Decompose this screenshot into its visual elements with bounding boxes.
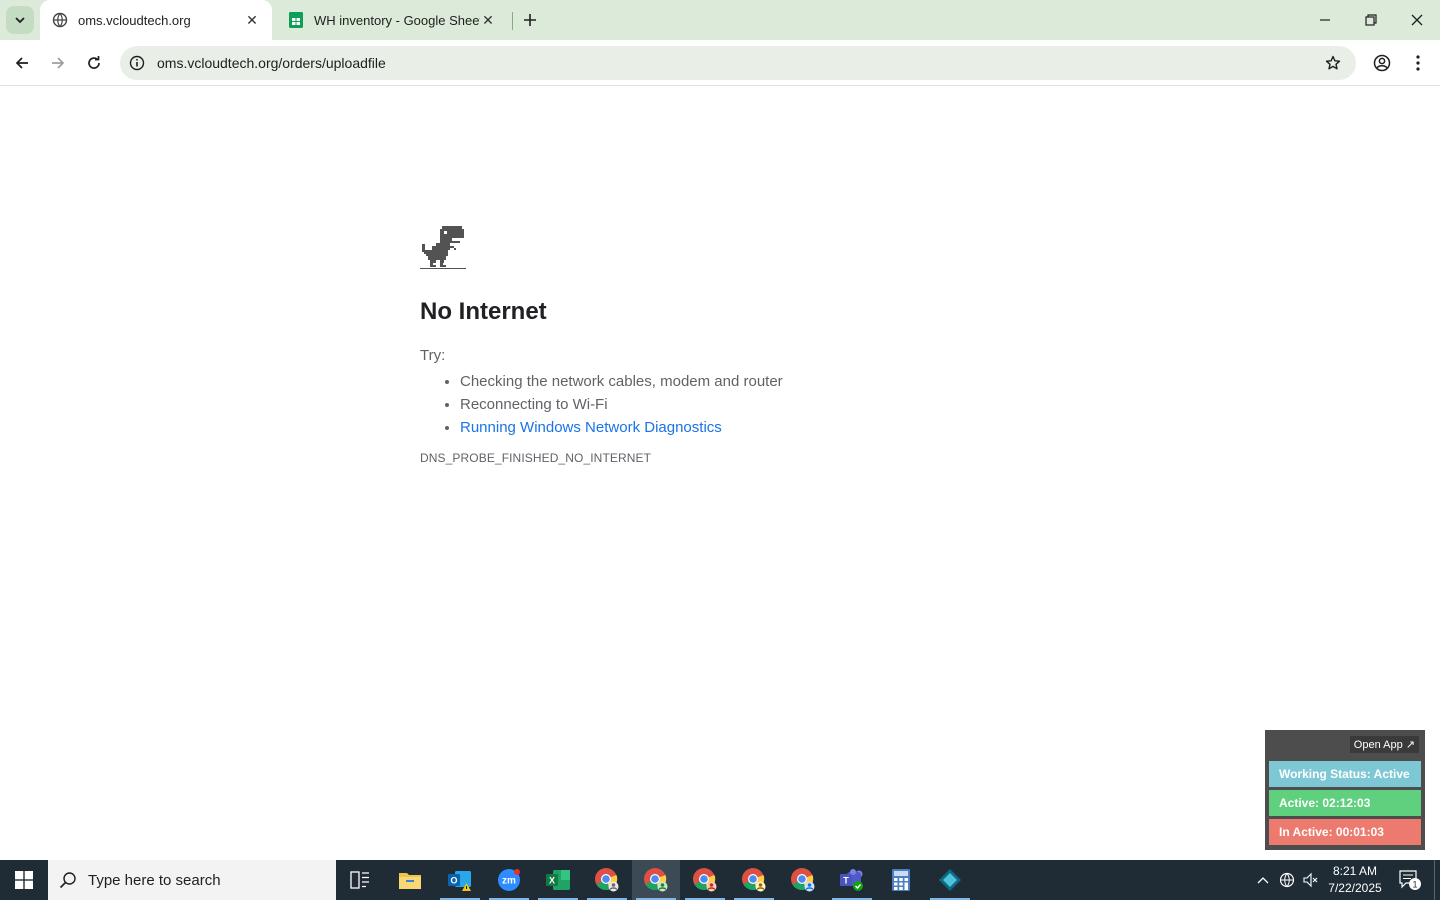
tab-title: WH inventory - Google Sheets: [314, 12, 480, 28]
task-view-icon: [350, 871, 369, 889]
taskbar-chrome-3[interactable]: [681, 860, 729, 900]
outlook-icon: O: [448, 871, 471, 891]
taskbar-file-explorer[interactable]: [386, 860, 434, 900]
account-circle-icon: [1373, 54, 1391, 72]
new-tab-button[interactable]: [518, 8, 542, 32]
close-icon: [1411, 14, 1423, 26]
back-button[interactable]: [8, 49, 36, 77]
reload-button[interactable]: [80, 49, 108, 77]
suggestion-item: Reconnecting to Wi-Fi: [460, 393, 1020, 416]
suggestion-item: Running Windows Network Diagnostics: [460, 416, 1020, 439]
menu-button[interactable]: [1404, 49, 1432, 77]
network-diagnostics-link[interactable]: Running Windows Network Diagnostics: [460, 419, 722, 436]
taskbar-app[interactable]: [926, 860, 974, 900]
teams-label: T: [843, 876, 849, 886]
clock-date: 7/22/2025: [1328, 881, 1382, 895]
close-window-button[interactable]: [1394, 0, 1440, 40]
tray-overflow-button[interactable]: [1252, 860, 1274, 900]
taskbar-zoom[interactable]: zm: [485, 860, 533, 900]
chrome-icon: [791, 868, 815, 892]
taskbar: Type here to search O zm X T 8:21 AM 7/2…: [0, 860, 1440, 900]
folder-icon: [399, 873, 421, 889]
arrow-right-icon: [52, 57, 65, 69]
try-label: Try:: [420, 347, 446, 364]
calculator-icon: [892, 869, 910, 891]
close-tab-icon[interactable]: ✕: [480, 12, 496, 28]
inactive-time: In Active: 00:01:03: [1269, 819, 1421, 845]
notification-icon: 1: [1399, 870, 1421, 890]
more-vert-icon: [1416, 55, 1420, 71]
close-tab-icon[interactable]: ✕: [244, 12, 260, 28]
tab-title: oms.vcloudtech.org: [78, 12, 191, 28]
start-button[interactable]: [0, 860, 48, 900]
error-title: No Internet: [420, 298, 547, 325]
url-text[interactable]: oms.vcloudtech.org/orders/uploadfile: [154, 55, 1316, 71]
notification-center-button[interactable]: 1: [1394, 860, 1426, 900]
restore-button[interactable]: [1348, 0, 1394, 40]
chevron-down-icon: [15, 17, 25, 24]
taskbar-calculator[interactable]: [877, 860, 925, 900]
tab-search-button[interactable]: [6, 6, 34, 34]
bookmark-star-icon[interactable]: [1316, 46, 1350, 80]
notification-count: 1: [1412, 880, 1417, 890]
forward-button[interactable]: [44, 49, 72, 77]
open-app-button[interactable]: Open App ↗: [1349, 736, 1419, 753]
svg-text:O: O: [450, 876, 457, 886]
reload-icon: [88, 56, 100, 69]
taskbar-search[interactable]: Type here to search: [48, 860, 336, 900]
address-bar[interactable]: oms.vcloudtech.org/orders/uploadfile: [120, 46, 1356, 80]
time-tracker-widget: Open App ↗ Working Status: Active Active…: [1265, 730, 1425, 850]
network-button[interactable]: [1276, 860, 1298, 900]
arrow-left-icon: [15, 57, 28, 69]
error-page: No Internet Try: Checking the network ca…: [420, 224, 1020, 465]
chevron-up-icon: [1257, 877, 1269, 884]
search-placeholder: Type here to search: [88, 871, 221, 889]
browser-toolbar: oms.vcloudtech.org/orders/uploadfile: [0, 40, 1440, 86]
tab-strip: oms.vcloudtech.org ✕ WH inventory - Goog…: [0, 0, 1440, 40]
search-icon: [48, 871, 88, 889]
error-code: DNS_PROBE_FINISHED_NO_INTERNET: [420, 451, 652, 465]
volume-button[interactable]: [1300, 860, 1322, 900]
site-info-icon[interactable]: [120, 46, 154, 80]
restore-icon: [1365, 14, 1377, 26]
taskbar-chrome-4[interactable]: [730, 860, 778, 900]
profile-button[interactable]: [1368, 49, 1396, 77]
tab-separator: [512, 12, 513, 30]
clock-time: 8:21 AM: [1332, 864, 1378, 878]
dinosaur-icon: [420, 226, 466, 269]
zoom-label: zm: [502, 876, 516, 887]
taskbar-clock[interactable]: 8:21 AM 7/22/2025: [1326, 863, 1384, 897]
tab-wh-inventory[interactable]: WH inventory - Google Sheets ✕: [276, 0, 508, 40]
suggestion-list: Checking the network cables, modem and r…: [420, 370, 1020, 439]
chrome-icon: [595, 868, 619, 892]
taskbar-chrome-1[interactable]: [583, 860, 631, 900]
taskbar-teams[interactable]: T: [828, 860, 876, 900]
minimize-button[interactable]: [1302, 0, 1348, 40]
plus-icon: [524, 14, 536, 26]
tab-oms[interactable]: oms.vcloudtech.org ✕: [40, 0, 272, 40]
taskbar-chrome-2[interactable]: [632, 860, 680, 900]
show-desktop-button[interactable]: [1434, 860, 1440, 900]
google-sheets-icon: [288, 12, 304, 28]
excel-label: X: [549, 876, 555, 886]
chrome-icon: [693, 868, 717, 892]
taskbar-chrome-5[interactable]: [779, 860, 827, 900]
taskbar-excel[interactable]: X: [534, 860, 582, 900]
volume-muted-icon: [1303, 872, 1318, 888]
teams-icon: T: [840, 869, 863, 891]
suggestion-item: Checking the network cables, modem and r…: [460, 370, 1020, 393]
chrome-icon: [742, 868, 766, 892]
task-view-button[interactable]: [336, 860, 384, 900]
windows-logo-icon: [15, 871, 33, 889]
globe-icon: [1279, 872, 1295, 888]
minimize-icon: [1320, 19, 1330, 21]
excel-icon: X: [546, 870, 570, 890]
globe-icon: [52, 12, 68, 28]
app-diamond-icon: [939, 869, 961, 891]
zoom-icon: zm: [498, 869, 520, 891]
chrome-icon: [644, 868, 668, 892]
taskbar-outlook[interactable]: O: [436, 860, 484, 900]
working-status: Working Status: Active: [1269, 761, 1421, 787]
active-time: Active: 02:12:03: [1269, 790, 1421, 816]
